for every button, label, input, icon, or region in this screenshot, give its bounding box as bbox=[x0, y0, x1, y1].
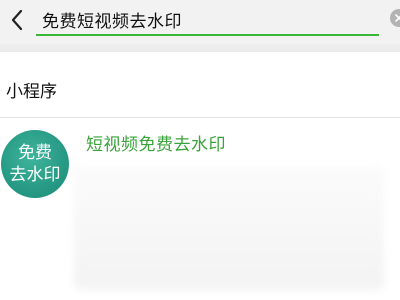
search-query[interactable]: 免费短视频去水印 bbox=[42, 7, 182, 32]
search-underline bbox=[36, 34, 379, 36]
result-item[interactable]: 免费 去水印 短视频免费去水印 bbox=[0, 118, 400, 300]
search-bar: 免费短视频去水印 bbox=[0, 0, 400, 44]
clear-button[interactable] bbox=[390, 9, 400, 27]
mini-program-logo[interactable]: 免费 去水印 bbox=[1, 130, 69, 198]
search-input[interactable]: 免费短视频去水印 bbox=[36, 0, 400, 40]
section-header: 小程序 bbox=[0, 52, 400, 120]
section-title: 小程序 bbox=[6, 82, 57, 102]
back-button[interactable] bbox=[2, 4, 32, 36]
logo-text-line1: 免费 bbox=[18, 143, 52, 163]
chevron-left-icon bbox=[11, 9, 23, 31]
blurred-description bbox=[74, 166, 384, 290]
result-title[interactable]: 短视频免费去水印 bbox=[86, 130, 226, 155]
clear-circle-icon bbox=[395, 14, 400, 22]
logo-text-line2: 去水印 bbox=[9, 165, 61, 185]
